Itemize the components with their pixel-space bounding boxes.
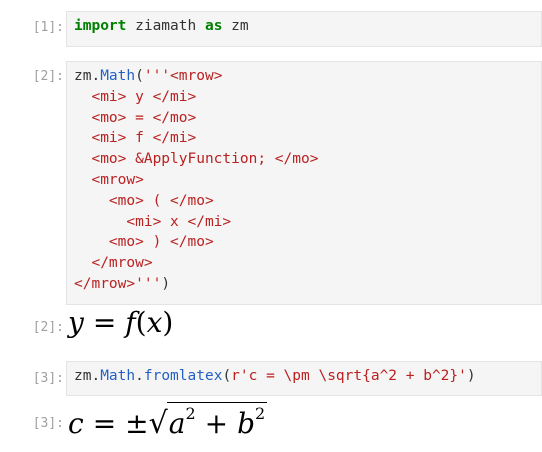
mathml-line: <mi> y </mi> xyxy=(74,88,197,105)
mathml-line: <mo> ) </mo> xyxy=(74,234,214,251)
right-paren: ) xyxy=(162,306,174,339)
code-cell-2[interactable]: zm.Math('''<mrow> <mi> y </mi> <mo> = </… xyxy=(66,61,542,305)
dot: . xyxy=(135,368,144,384)
var-y: y xyxy=(68,306,84,339)
mathml-line: <mo> ( </mo> xyxy=(74,192,214,209)
module-alias: zm xyxy=(222,18,249,34)
input-prompt-2: [2]: xyxy=(32,69,64,84)
mathml-line: <mo> = </mo> xyxy=(74,109,197,126)
var-x: x xyxy=(146,306,163,339)
square-root: √a2 + b2 xyxy=(149,402,268,441)
mathml-line: <mrow> xyxy=(74,171,144,188)
radicand: a2 + b2 xyxy=(166,402,268,440)
math-call: Math xyxy=(100,68,136,84)
output-prompt-3: [3]: xyxy=(32,416,64,431)
math-class: Math xyxy=(100,368,136,384)
exponent: 2 xyxy=(185,404,196,423)
keyword-import: import xyxy=(74,18,127,34)
fromlatex-call: fromlatex xyxy=(143,368,223,384)
plus-sign: + xyxy=(204,407,229,440)
left-paren: ( xyxy=(135,306,147,339)
latex-string: r'c = \pm \sqrt{a^2 + b^2}' xyxy=(231,368,467,384)
var-b: b xyxy=(237,407,256,440)
var-c: c xyxy=(68,407,84,440)
radical-icon: √ xyxy=(148,406,168,441)
output-prompt-2: [2]: xyxy=(32,320,64,335)
zm-object: zm. xyxy=(74,68,101,84)
close-paren: ) xyxy=(466,368,476,384)
plus-minus-sign: ± xyxy=(125,407,149,440)
exponent: 2 xyxy=(255,404,266,423)
mathml-line: <mi> f </mi> xyxy=(74,130,197,147)
close-paren: ) xyxy=(161,275,171,292)
input-prompt-3: [3]: xyxy=(32,371,64,386)
mathml-line: </mrow>''' xyxy=(74,275,162,292)
module-name: ziamath xyxy=(126,18,205,34)
input-prompt-1: [1]: xyxy=(32,20,64,35)
mathml-line: <mi> x </mi> xyxy=(74,213,232,230)
mathml-line: <mo> &ApplyFunction; </mo> xyxy=(74,151,319,168)
equals-sign: = xyxy=(92,306,117,339)
mathml-line: </mrow> xyxy=(74,255,153,272)
math-output-2: y = f(x) xyxy=(68,306,173,339)
code-cell-1[interactable]: import ziamath as zm xyxy=(66,11,542,47)
open-paren: ( xyxy=(222,368,232,384)
keyword-as: as xyxy=(204,18,223,34)
open-paren: ( xyxy=(135,68,144,84)
equals-sign: = xyxy=(92,407,117,440)
var-f: f xyxy=(125,306,136,339)
var-a: a xyxy=(168,407,186,440)
zm-object: zm. xyxy=(74,368,101,384)
mathml-line: '''<mrow> xyxy=(143,68,223,84)
math-output-3: c = ±√a2 + b2 xyxy=(68,402,268,441)
code-cell-3[interactable]: zm.Math.fromlatex(r'c = \pm \sqrt{a^2 + … xyxy=(66,361,542,396)
